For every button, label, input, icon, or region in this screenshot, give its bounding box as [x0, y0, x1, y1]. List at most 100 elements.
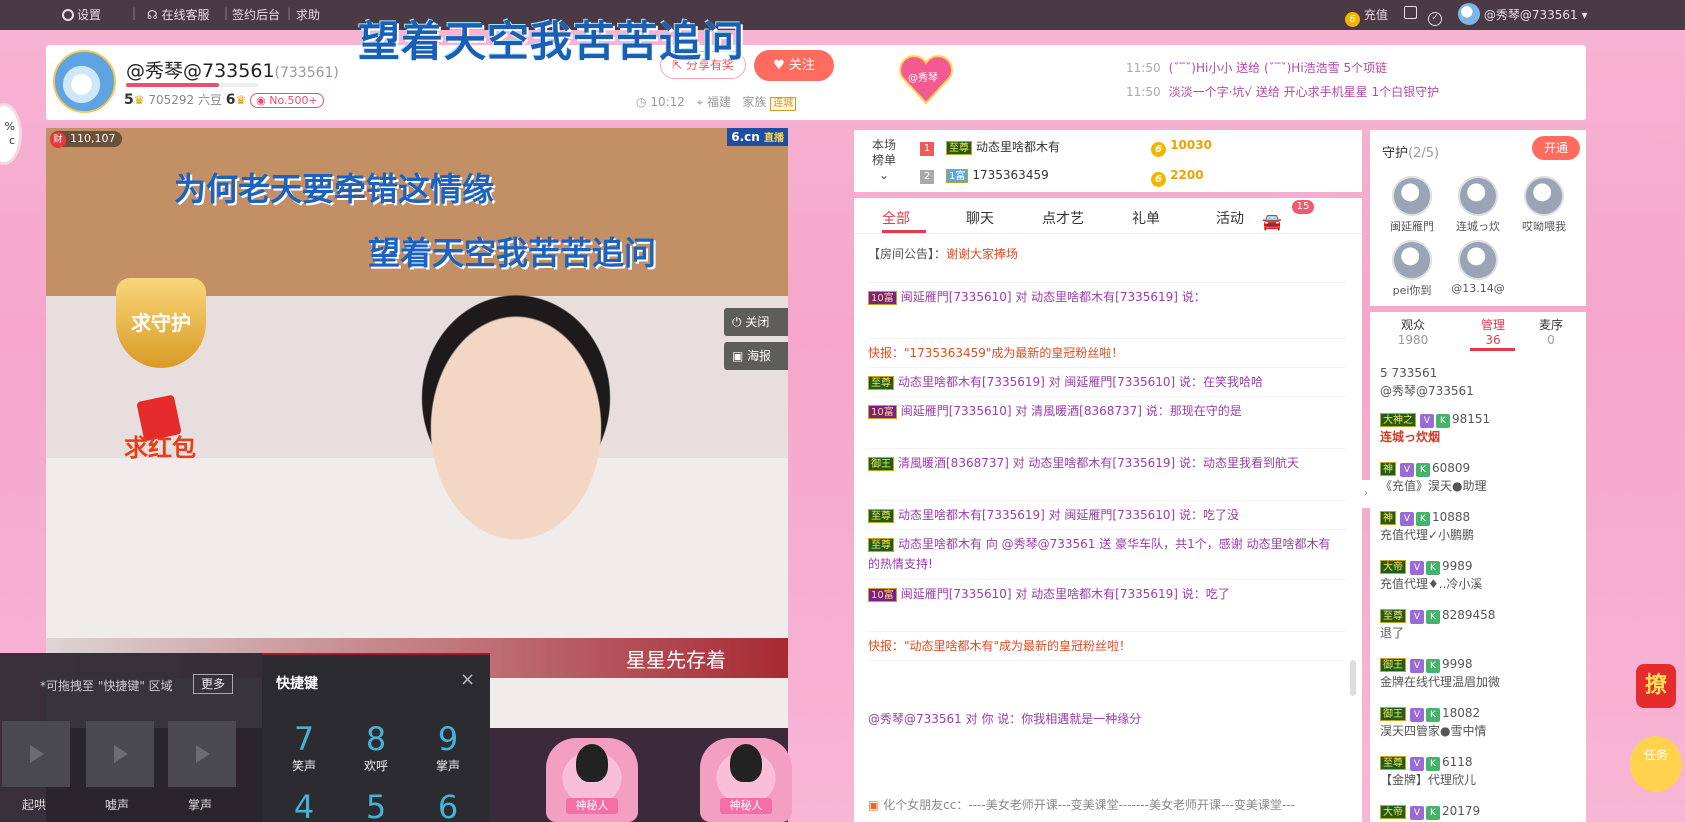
rank-title[interactable]: 本场 榜单 ⌄ [872, 138, 896, 183]
divider: | [224, 6, 229, 20]
guard-member[interactable]: @13.14@ [1450, 240, 1506, 295]
divider: | [132, 6, 137, 20]
guard-member[interactable]: 连城っ炊 [1450, 176, 1506, 234]
task-icon[interactable]: 任务 [1630, 736, 1682, 792]
list-item[interactable]: 大神之 V K 98151 连城っ炊烟 [1380, 404, 1576, 453]
list-item[interactable]: 大帝 V K 20179 [1380, 796, 1576, 822]
chat-scrollbar[interactable] [1350, 660, 1356, 696]
open-guard-button[interactable]: 开通 [1532, 136, 1580, 160]
clock-icon: ◷ [636, 95, 647, 109]
shortcut-key-4[interactable]: 4 [274, 789, 334, 822]
family-tag[interactable]: 连城 [770, 97, 797, 111]
effect-slot[interactable] [2, 721, 70, 787]
headset-icon: ☊ [147, 8, 158, 22]
rank-badge[interactable]: ◉ No.500+ [250, 93, 324, 108]
gear-icon [62, 9, 74, 21]
private-message: @秀琴@733561 对 你 说：你我相遇就是一种缘分 [868, 712, 1142, 726]
guard-member[interactable]: pei你到 [1384, 240, 1440, 298]
service-link[interactable]: ☊ 在线客服 [147, 6, 210, 23]
list-item[interactable]: 神 V K 60809 《充值》淏天●助理 [1380, 453, 1576, 502]
seat-1[interactable]: 神秘人 [546, 738, 638, 822]
coin-icon: 6 [1151, 172, 1166, 187]
chat-message: 快报："1735363459"成为最新的皇冠粉丝啦！ [868, 339, 1346, 368]
heart-icon: ♥ [773, 58, 785, 73]
car-icon[interactable]: 🚘 [1262, 212, 1282, 231]
list-item[interactable]: 御王 V K 9998 金牌在线代理温眉加微 [1380, 649, 1576, 698]
check-icon[interactable]: ✓ [1428, 6, 1442, 26]
level-progress [126, 83, 259, 87]
shortcut-key-6[interactable]: 6 [418, 789, 478, 822]
list-item[interactable]: 至尊 V K 8289458 退了 [1380, 600, 1576, 649]
tab-gifts[interactable]: 礼单 [1132, 208, 1160, 228]
list-item[interactable]: 御王 V K 18082 淏天四管家●雪中情 [1380, 698, 1576, 747]
rank-row[interactable]: 1 至尊 动态里啥都木有 6 10030 [920, 138, 1212, 162]
video-player[interactable]: 6.cn 直播 财 110,107 为何老天要牵错这情缘 望着天空我苦苦追问 ⏻ … [46, 128, 788, 728]
more-button[interactable]: 更多 [193, 674, 233, 694]
rank-row[interactable]: 2 1富 1735363459 6 2200 [920, 168, 1204, 192]
list-item[interactable]: 至尊 V K 6118 【金牌】代理欣儿 [1380, 747, 1576, 796]
user-menu[interactable]: @秀琴@733561 ▾ [1458, 3, 1588, 25]
chat-message: 至尊 动态里啥都木有 向 @秀琴@733561 送 豪华车队，共1个，感谢 动态里… [868, 530, 1346, 580]
recharge-link[interactable]: 6 充值 [1345, 6, 1388, 27]
divider: | [287, 6, 292, 20]
effect-label: 起哄 [22, 798, 47, 812]
effect-slot[interactable] [168, 721, 236, 787]
tab-chat[interactable]: 聊天 [966, 208, 994, 228]
chat-message: 快报："动态里啥都木有"成为最新的皇冠粉丝啦！ [868, 632, 1346, 661]
sign-backend-link[interactable]: 签约后台 [232, 6, 280, 23]
star-level: 6♛ [225, 92, 247, 108]
anchor-stats: 5♛ 705292 六豆 6♛ ◉ No.500+ [124, 91, 324, 108]
help-link[interactable]: 求助 [296, 6, 320, 23]
list-item[interactable]: 神 V K 10888 充值代理✓小鹏鹏 [1380, 502, 1576, 551]
guard-member[interactable]: 闽延雁門 [1384, 176, 1440, 234]
settings-link[interactable]: 设置 [62, 6, 101, 23]
chat-message: 10富 闽延雁門[7335610] 对 动态里啥都木有[7335619] 说： [868, 283, 1346, 339]
effect-label: 掌声 [188, 798, 213, 812]
chat-tabs: 全部 聊天 点才艺 礼单 活动 🚘 15 [854, 198, 1362, 234]
guard-member[interactable]: 哎呦喂我 [1516, 176, 1572, 234]
progress-widget[interactable]: % c [0, 103, 22, 165]
user-list: 5 733561 @秀琴@733561 大神之 V K 98151 连城っ炊烟 神 V K 60… [1380, 358, 1576, 822]
follow-button[interactable]: ♥ 关注 [754, 50, 834, 81]
flirt-icon[interactable]: 撩 [1636, 664, 1676, 708]
session-rank: 本场 榜单 ⌄ 1 至尊 动态里啥都木有 6 10030 2 1富 1735363459 6… [854, 130, 1362, 192]
edit-icon[interactable] [1404, 6, 1417, 20]
shortcut-key-9[interactable]: 9 掌声 [418, 721, 478, 774]
tab-audience[interactable]: 观众 1980 [1378, 318, 1448, 348]
location-icon: ⌖ [696, 95, 704, 109]
lyric-line-1: 为何老天要牵错这情缘 [174, 170, 495, 208]
list-item[interactable]: 5 733561 @秀琴@733561 [1380, 358, 1576, 404]
tab-activity[interactable]: 活动 [1216, 208, 1244, 228]
tab-mic-queue[interactable]: 麦序 0 [1516, 318, 1586, 348]
chat-message: 10富 闽延雁門[7335610] 对 动态里啥都木有[7335619] 说：吃了 [868, 580, 1346, 632]
wealth-icon: 财 [50, 132, 66, 148]
gift-news-item: 11:50 (ˇ‾ˇ)Hi小小 送给 (ˇ‾ˇ)Hi浩浩雪 5个项链 [1126, 61, 1388, 75]
sound-effects-panel: *可拖拽至 "快捷键" 区域 更多 起哄 嘘声 掌声 [0, 653, 262, 822]
gift-news-item: 11:50 淡淡一个字·坑√ 送给 开心求手机星星 1个白银守护 [1126, 85, 1440, 99]
car-count-badge: 15 [1292, 200, 1314, 214]
anchor-avatar[interactable] [53, 50, 116, 113]
effect-slot[interactable] [86, 721, 154, 787]
close-video-button[interactable]: ⏻ 关闭 [724, 308, 788, 336]
mystery-user-icon [730, 744, 762, 782]
chat-message: 至尊 动态里啥都木有[7335619] 对 闽延雁門[7335610] 说：吃了没 [868, 501, 1346, 530]
chat-message: 至尊 动态里啥都木有[7335619] 对 闽延雁門[7335610] 说：在笑我… [868, 368, 1346, 397]
tab-all[interactable]: 全部 [882, 208, 910, 228]
shortcut-key-7[interactable]: 7 笑声 [274, 721, 334, 774]
poster-button[interactable]: ▣ 海报 [724, 342, 788, 370]
site-watermark: 6.cn 直播 [727, 128, 788, 146]
guard-request-icon[interactable]: 求守护 [116, 278, 206, 368]
redpack-request-icon[interactable]: 求红包 [110, 398, 210, 470]
user-list-panel: 观众 1980 管理 36 麦序 0 5 733561 @秀琴@733561 大神之 V K… [1370, 312, 1586, 822]
coins-badge: 财 110,107 [50, 131, 122, 148]
list-item[interactable]: 大帝 V K 9989 充值代理♦..冷小溪 [1380, 551, 1576, 600]
room-id: (733561) [274, 65, 339, 81]
seat-2[interactable]: 神秘人 [700, 738, 792, 822]
shortcut-key-5[interactable]: 5 [346, 789, 406, 822]
shortcut-key-8[interactable]: 8 欢呼 [346, 721, 406, 774]
fire-icon: ◉ [256, 94, 266, 107]
close-icon[interactable]: × [460, 669, 475, 690]
heart-badge-label: @秀琴 [908, 73, 938, 84]
broadcast-message: ▣ 化个女朋友cc：----美女老师开课---变美课堂-------美女老师开课… [868, 798, 1295, 812]
tab-perform[interactable]: 点才艺 [1042, 208, 1084, 228]
